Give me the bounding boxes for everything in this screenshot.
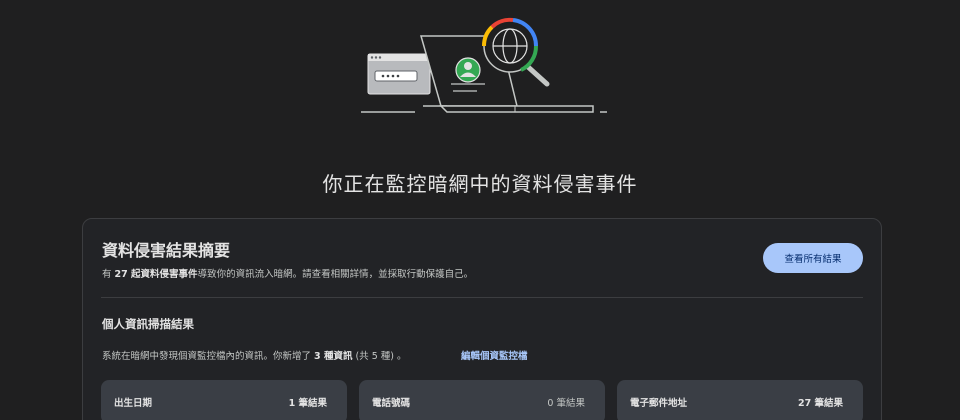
summary-breach-count: 27 起資料侵害事件 [114,269,198,280]
scan-description: 系統在暗網中發現個資監控檔內的資訊。你新增了 3 種資訊 (共 5 種) 。 [102,348,407,362]
breach-summary-card: 資料侵害結果摘要 有 27 起資料侵害事件導致你的資訊流入暗網。請查看相關詳情，… [82,218,882,420]
summary-description: 有 27 起資料侵害事件導致你的資訊流入暗網。請查看相關詳情，並採取行動保護自己… [102,266,473,280]
summary-desc-suffix: 導致你的資訊流入暗網。請查看相關詳情，並採取行動保護自己。 [197,269,474,280]
result-tile-birthdate[interactable]: 出生日期 1 筆結果 [101,380,347,420]
scan-desc-suffix: (共 5 種) 。 [352,351,407,362]
scan-results-title: 個人資訊掃描結果 [102,317,194,331]
result-tile-count: 1 筆結果 [288,398,327,409]
result-tile-count: 27 筆結果 [797,398,843,409]
scan-desc-prefix: 系統在暗網中發現個資監控檔內的資訊。你新增了 [102,351,315,362]
view-all-results-button[interactable]: 查看所有結果 [763,243,863,273]
result-tile-count: 0 筆結果 [547,398,585,409]
summary-desc-prefix: 有 [102,269,115,280]
result-tile-email[interactable]: 電子郵件地址 27 筆結果 [617,380,863,420]
result-tile-phone[interactable]: 電話號碼 0 筆結果 [359,380,605,420]
page-title: 你正在監控暗網中的資料侵害事件 [322,172,638,196]
summary-title: 資料侵害結果摘要 [102,241,231,260]
result-tile-label: 出生日期 [114,398,153,409]
result-tile-label: 電子郵件地址 [630,398,688,409]
scan-new-info-count: 3 種資訊 [314,351,353,362]
browser-window-icon [367,53,431,95]
edit-monitoring-profile-link[interactable]: 編輯個資監控檔 [461,348,528,362]
user-avatar-icon [455,57,481,83]
result-tile-label: 電話號碼 [372,398,411,409]
divider [101,297,863,298]
dark-web-monitor-illustration [361,17,607,113]
